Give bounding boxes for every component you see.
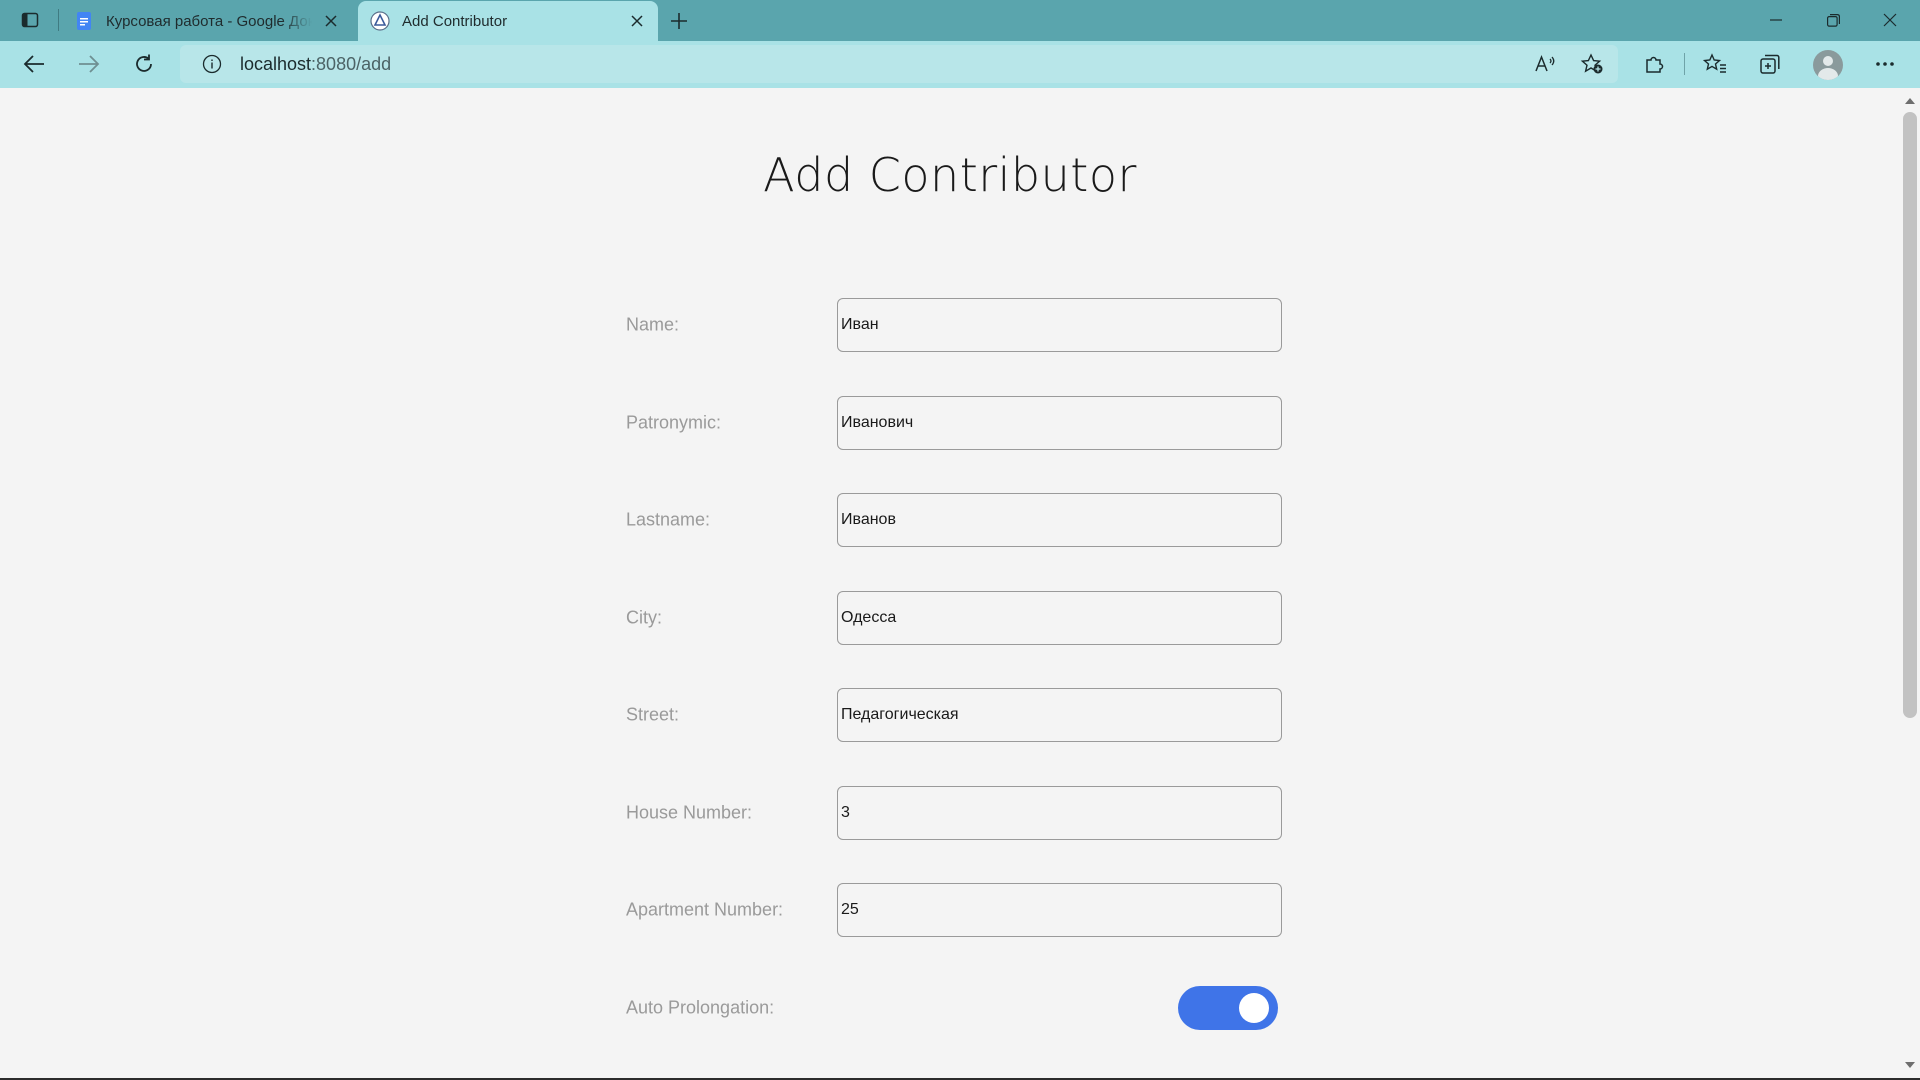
- minimize-button[interactable]: [1748, 0, 1804, 40]
- close-window-button[interactable]: [1862, 0, 1918, 40]
- form-row-street: Street:: [626, 688, 1282, 742]
- new-tab-button[interactable]: [664, 7, 694, 35]
- patronymic-label: Patronymic:: [626, 412, 722, 433]
- scroll-down-arrow-icon[interactable]: [1905, 1062, 1915, 1068]
- tab-add-contributor[interactable]: Add Contributor: [358, 1, 658, 41]
- tab-title: Add Contributor: [402, 12, 508, 30]
- address-bar[interactable]: localhost:8080/add: [180, 45, 1618, 83]
- back-button[interactable]: [15, 46, 53, 82]
- tab-google-docs[interactable]: Курсовая работа - Google Доку: [62, 1, 352, 41]
- favorites-icon: [1703, 53, 1726, 73]
- settings-more-button[interactable]: [1866, 46, 1904, 82]
- scrollbar-thumb[interactable]: [1903, 112, 1917, 718]
- browser-tab-strip: Курсовая работа - Google Доку Add Contri…: [0, 0, 1920, 41]
- street-input[interactable]: [837, 688, 1282, 742]
- browser-toolbar: localhost:8080/add: [0, 41, 1920, 88]
- forward-button[interactable]: [70, 46, 108, 82]
- app-favicon-icon: [370, 11, 390, 31]
- site-info-icon[interactable]: [200, 52, 224, 76]
- url-host: localhost: [240, 53, 312, 74]
- arrow-right-icon: [79, 55, 100, 73]
- avatar-head: [1823, 56, 1833, 66]
- minimize-icon: [1770, 19, 1782, 21]
- lastname-input[interactable]: [837, 493, 1282, 547]
- star-add-icon: [1580, 53, 1603, 74]
- puzzle-icon: [1646, 56, 1664, 73]
- read-aloud-button[interactable]: [1530, 50, 1560, 78]
- scroll-up-arrow-icon[interactable]: [1905, 98, 1915, 104]
- add-favorite-button[interactable]: [1577, 50, 1607, 78]
- house-number-input[interactable]: [837, 786, 1282, 840]
- restore-button[interactable]: [1805, 0, 1861, 40]
- auto-prolongation-label: Auto Prolongation:: [626, 997, 775, 1018]
- form-row-house-number: House Number:: [626, 786, 1282, 840]
- tab-actions-icon: [21, 12, 39, 28]
- restore-icon: [1826, 13, 1840, 27]
- favorites-button[interactable]: [1696, 46, 1734, 82]
- street-label: Street:: [626, 704, 680, 725]
- form-row-city: City:: [626, 591, 1282, 645]
- refresh-button[interactable]: [125, 46, 163, 82]
- profile-avatar[interactable]: [1813, 50, 1843, 80]
- city-input[interactable]: [837, 591, 1282, 645]
- form-row-apartment-number: Apartment Number:: [626, 883, 1282, 937]
- close-tab-icon[interactable]: [624, 8, 650, 34]
- form-row-lastname: Lastname:: [626, 493, 1282, 547]
- page-title: Add Contributor: [763, 148, 1137, 202]
- page-content: Add Contributor Name: Patronymic: Lastna…: [0, 88, 1900, 1078]
- lastname-label: Lastname:: [626, 509, 711, 530]
- toolbar-divider: [1684, 53, 1685, 75]
- patronymic-input[interactable]: [837, 396, 1282, 450]
- name-label: Name:: [626, 314, 680, 335]
- refresh-icon: [136, 54, 152, 72]
- plus-icon: [671, 13, 687, 29]
- close-tab-icon[interactable]: [318, 8, 344, 34]
- tab-actions-button[interactable]: [12, 7, 48, 33]
- google-docs-icon: [74, 11, 94, 31]
- apartment-number-label: Apartment Number:: [626, 899, 784, 920]
- form-row-auto-prolongation: Auto Prolongation:: [626, 981, 1282, 1035]
- page-scrollbar[interactable]: [1900, 88, 1920, 1078]
- toggle-knob: [1239, 993, 1269, 1023]
- collections-icon: [1760, 54, 1780, 74]
- more-dots-icon: [1876, 62, 1894, 66]
- auto-prolongation-toggle[interactable]: [1178, 986, 1278, 1030]
- avatar-body: [1818, 68, 1838, 80]
- url-path: :8080/add: [311, 53, 392, 74]
- apartment-number-input[interactable]: [837, 883, 1282, 937]
- name-input[interactable]: [837, 298, 1282, 352]
- collections-button[interactable]: [1751, 46, 1789, 82]
- tab-separator: [58, 9, 59, 31]
- arrow-left-icon: [23, 55, 44, 73]
- read-aloud-icon: [1535, 54, 1555, 72]
- house-number-label: House Number:: [626, 802, 753, 823]
- extensions-button[interactable]: [1635, 46, 1673, 82]
- form-row-name: Name:: [626, 298, 1282, 352]
- form-row-patronymic: Patronymic:: [626, 396, 1282, 450]
- close-icon: [1883, 13, 1897, 27]
- tab-title: Курсовая работа - Google Доку: [106, 12, 312, 30]
- city-label: City:: [626, 607, 662, 628]
